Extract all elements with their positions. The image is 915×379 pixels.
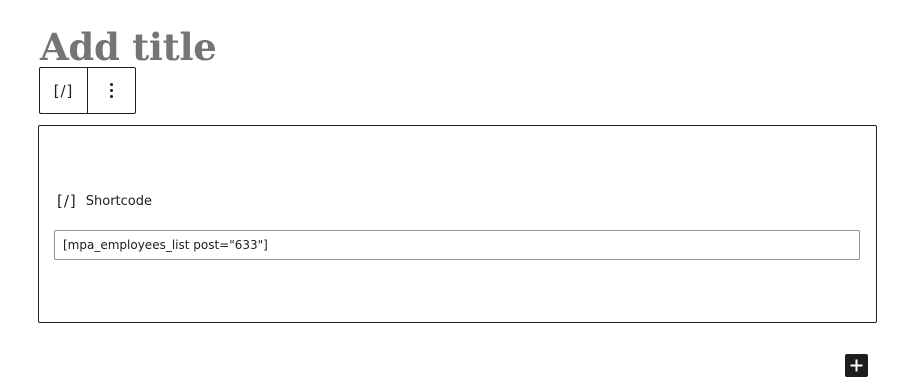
block-options-button[interactable] xyxy=(87,68,135,113)
shortcode-icon: [/] xyxy=(53,81,74,100)
block-toolbar: [/] xyxy=(39,67,136,114)
shortcode-icon: [/] xyxy=(57,192,77,210)
post-title-placeholder[interactable]: Add title xyxy=(40,24,217,70)
more-vertical-icon xyxy=(110,83,113,98)
plus-icon xyxy=(850,359,863,372)
block-type-button[interactable]: [/] xyxy=(40,68,87,113)
shortcode-block[interactable]: [/] Shortcode xyxy=(38,125,877,323)
block-inserter-button[interactable] xyxy=(845,354,868,377)
shortcode-label-text: Shortcode xyxy=(85,193,153,209)
shortcode-input[interactable] xyxy=(54,230,860,260)
shortcode-block-label: [/] Shortcode xyxy=(57,192,152,210)
